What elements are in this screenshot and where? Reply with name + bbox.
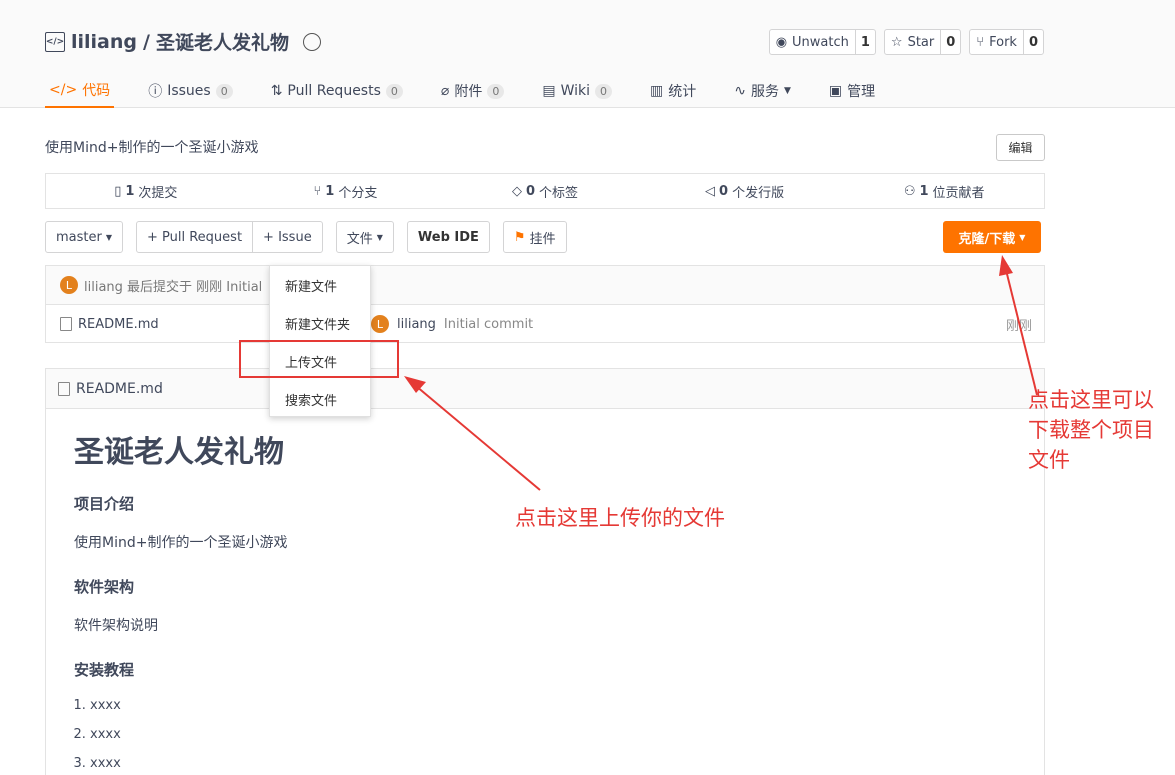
annotation-clone-hint: 点击这里可以 下载整个项目 文件 — [1028, 385, 1175, 475]
arrow-to-upload — [404, 376, 541, 491]
annotation-arrows — [404, 255, 1038, 491]
annotation-upload-hint: 点击这里上传你的文件 — [515, 506, 725, 530]
annotation-line: 下载整个项目 — [1028, 418, 1154, 442]
annotation-line: 文件 — [1028, 448, 1070, 472]
annotation-line: 点击这里可以 — [1028, 388, 1154, 412]
arrow-to-clone — [999, 255, 1038, 396]
